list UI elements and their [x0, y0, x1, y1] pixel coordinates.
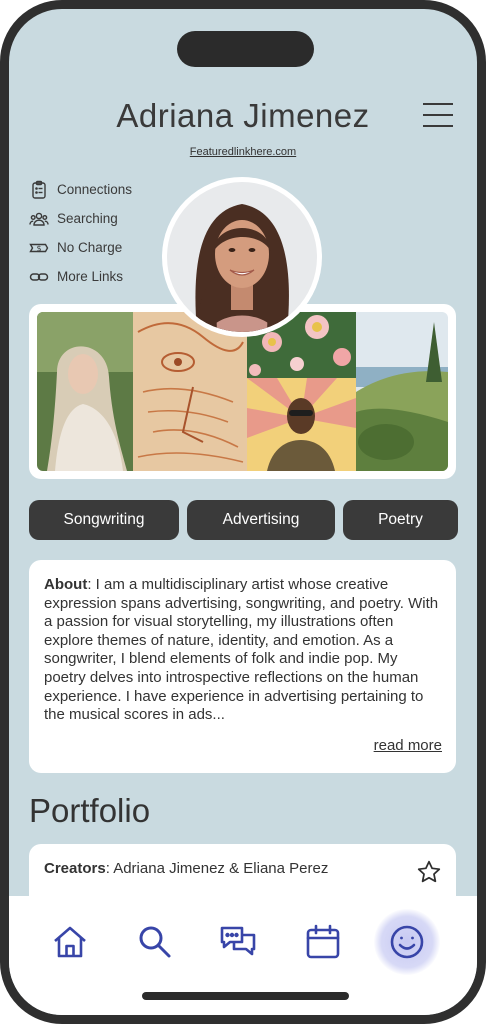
profile-name: Adriana Jimenez	[116, 97, 370, 134]
creators-label: Creators	[44, 860, 106, 877]
tag-poetry[interactable]: Poetry	[343, 500, 458, 540]
phone-frame: Adriana Jimenez Featuredlinkhere.com Con…	[0, 0, 486, 1024]
menu-line	[423, 125, 453, 127]
creators-value: : Adriana Jimenez & Eliana Perez	[105, 860, 329, 877]
portfolio-title: Portfolio	[29, 792, 151, 829]
calendar-icon	[306, 924, 340, 959]
tag-advertising[interactable]: Advertising	[187, 500, 335, 540]
gallery-photo-portrait[interactable]	[37, 312, 133, 471]
nav-calendar[interactable]	[303, 922, 343, 962]
search-icon	[139, 926, 171, 958]
about-label: About	[44, 576, 88, 593]
smiley-icon	[390, 925, 424, 959]
quick-links: Connections Searching $ No Charge More L…	[29, 175, 132, 291]
bottom-nav	[9, 896, 477, 1015]
money-icon: $	[29, 243, 49, 252]
star-icon[interactable]	[416, 859, 442, 885]
about-body: : I am a multidisciplinary artist whose …	[44, 576, 439, 724]
nav-profile[interactable]	[387, 922, 427, 962]
quick-link-searching[interactable]: Searching	[29, 204, 132, 233]
quick-link-label: More Links	[57, 269, 124, 284]
about-card: About: I am a multidisciplinary artist w…	[29, 560, 456, 773]
gallery-landscape[interactable]	[356, 312, 448, 471]
quick-link-more-links[interactable]: More Links	[29, 262, 132, 291]
home-indicator[interactable]	[142, 992, 349, 1000]
link-icon	[29, 272, 49, 281]
menu-line	[423, 103, 453, 105]
creators-text: Creators: Adriana Jimenez & Eliana Perez	[44, 860, 441, 877]
read-more-link[interactable]: read more	[374, 737, 442, 754]
quick-link-label: Searching	[57, 211, 118, 226]
nav-search[interactable]	[135, 922, 175, 962]
quick-link-connections[interactable]: Connections	[29, 175, 132, 204]
quick-link-no-charge[interactable]: $ No Charge	[29, 233, 132, 262]
chat-icon	[220, 926, 256, 956]
clipboard-icon	[32, 180, 46, 199]
nav-messages[interactable]	[218, 922, 258, 962]
home-icon	[54, 926, 86, 958]
avatar-photo	[167, 182, 317, 332]
nav-home[interactable]	[50, 922, 90, 962]
users-icon	[29, 212, 49, 226]
avatar[interactable]	[162, 177, 322, 337]
quick-link-label: Connections	[57, 182, 133, 197]
tag-list: Songwriting Advertising Poetry	[29, 500, 458, 540]
menu-button[interactable]	[423, 103, 453, 127]
about-text: About: I am a multidisciplinary artist w…	[44, 576, 441, 725]
camera-notch	[177, 31, 314, 67]
menu-line	[423, 114, 453, 116]
gallery-musician[interactable]	[247, 378, 356, 471]
svg-text:$: $	[36, 243, 41, 252]
featured-link[interactable]: Featuredlinkhere.com	[9, 146, 477, 158]
quick-link-label: No Charge	[57, 240, 123, 255]
tag-songwriting[interactable]: Songwriting	[29, 500, 179, 540]
